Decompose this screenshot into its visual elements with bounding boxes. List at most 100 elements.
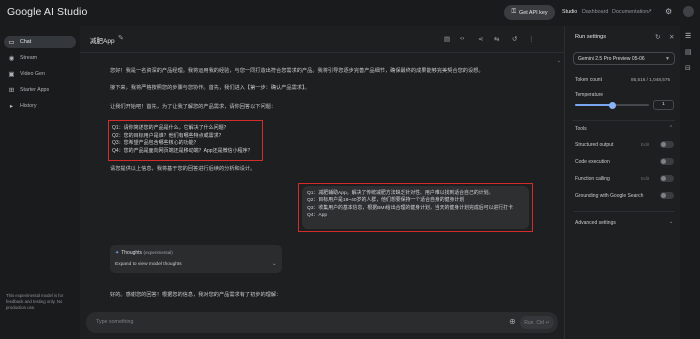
- run-label: Run: [524, 319, 534, 326]
- temperature-label: Temperature: [575, 92, 604, 98]
- tool-function-calling: Function calling: [575, 176, 610, 182]
- model-selector[interactable]: Gemini 2.5 Pro Preview 05-06 ▼: [573, 52, 675, 65]
- get-api-key-button[interactable]: ⚿ Get API key: [504, 5, 555, 20]
- thoughts-panel[interactable]: ✦ Thoughts (experimental) Expand to view …: [110, 245, 282, 273]
- more-options-icon[interactable]: ⋮: [528, 35, 535, 43]
- structured-output-toggle[interactable]: [660, 141, 674, 148]
- reset-settings-icon[interactable]: ↻: [655, 33, 660, 41]
- answer-line: Q2：目标用户是18~40岁的人群，他们想要保持一个适合自身的健身计划: [307, 198, 465, 204]
- toggle-knob: [661, 142, 666, 147]
- sidebar-item-starter-apps[interactable]: ⊞ Starter Apps: [4, 84, 76, 96]
- chevron-down-icon: ▼: [665, 55, 670, 62]
- compare-icon[interactable]: ⇆: [494, 35, 499, 43]
- chevron-up-icon[interactable]: ⌃: [669, 125, 673, 131]
- token-count-label: Token count: [575, 77, 602, 83]
- sidebar-item-stream[interactable]: ◉ Stream: [4, 52, 76, 64]
- run-shortcut: Ctrl ↵: [536, 319, 550, 326]
- experimental-note: This experimental model is for feedback …: [6, 293, 64, 310]
- api-key-label: Get API key: [519, 9, 548, 16]
- function-calling-toggle[interactable]: [660, 175, 674, 182]
- prompt-bar: Type something ⊕ Run Ctrl ↵: [86, 312, 558, 333]
- advanced-settings-label[interactable]: Advanced settings: [575, 220, 616, 226]
- compare-icon[interactable]: ⊟: [685, 64, 691, 72]
- chat-main: 减肥App ✎ ▤ ‹› ⋖ ⇆ ↺ ⋮ ▪ 您好！我是一名资深的产品经理。我将…: [80, 26, 564, 339]
- token-count-value: 85,516 / 1,048,576: [631, 77, 671, 82]
- tools-label: Tools: [575, 126, 587, 132]
- sidebar-item-label: Stream: [20, 55, 38, 61]
- external-link-icon: ↗: [647, 9, 653, 15]
- library-icon[interactable]: ▤: [685, 48, 692, 56]
- divider: [573, 211, 675, 212]
- sparkle-icon: ✦: [115, 250, 120, 256]
- avatar[interactable]: [683, 6, 694, 17]
- video-icon: ▣: [8, 71, 15, 78]
- edit-title-icon[interactable]: ✎: [118, 34, 124, 42]
- slider-fill: [575, 104, 612, 106]
- stream-icon: ◉: [8, 55, 15, 62]
- sidebar-item-label: History: [20, 103, 37, 109]
- tool-grounding: Grounding with Google Search: [575, 193, 644, 199]
- code-execution-toggle[interactable]: [660, 158, 674, 165]
- expand-thoughts-label[interactable]: Expand to view model thoughts: [115, 262, 182, 267]
- assistant-message-outro: 请您提供以上信息，我将基于您的回答进行后续的分析和设计。: [110, 166, 256, 172]
- nav-link-dashboard[interactable]: Dashboard: [582, 9, 608, 15]
- temperature-slider[interactable]: [575, 101, 649, 109]
- run-settings-title: Run settings: [575, 34, 607, 40]
- chat-icon: ▭: [8, 39, 15, 46]
- prompt-input[interactable]: Type something: [96, 319, 133, 325]
- scroll-indicator[interactable]: ▪: [558, 59, 560, 65]
- key-icon: ⚿: [511, 9, 517, 15]
- assistant-message-step: 接下来，我将严格按照您的步骤与您协作。首先，我们进入【第一步：确认产品需求】。: [110, 85, 310, 91]
- answer-line: Q4：App: [307, 212, 328, 218]
- temperature-input[interactable]: 1: [653, 100, 674, 110]
- apps-icon: ⊞: [8, 87, 15, 94]
- divider: [80, 52, 564, 53]
- sidebar-item-label: Video Gen: [20, 71, 45, 77]
- chevron-down-icon[interactable]: ⌄: [669, 219, 673, 225]
- sidebar-item-video-gen[interactable]: ▣ Video Gen: [4, 68, 76, 80]
- slider-handle[interactable]: [608, 101, 616, 109]
- edit-function-calling-link[interactable]: Edit: [641, 176, 649, 181]
- edit-structured-output-link[interactable]: Edit: [641, 142, 649, 147]
- tool-structured-output: Structured output: [575, 142, 614, 148]
- top-bar: Google AI Studio ⚿ Get API key Studio Da…: [0, 0, 700, 26]
- toggle-knob: [661, 193, 666, 198]
- code-icon[interactable]: ‹›: [460, 35, 464, 42]
- thoughts-tag: (experimental): [143, 250, 173, 255]
- reset-icon[interactable]: ↺: [512, 35, 517, 43]
- user-message-bubble[interactable]: Q1：减肥辅助App。解决了传统减肥方法缺乏针对性、用户难以找到适合自己的计划。…: [302, 186, 529, 229]
- nav-link-studio[interactable]: Studio: [562, 9, 577, 15]
- model-name: Gemini 2.5 Pro Preview 05-06: [578, 56, 645, 62]
- thoughts-header: ✦ Thoughts (experimental): [115, 250, 173, 256]
- tune-icon[interactable]: ☰: [685, 32, 691, 40]
- settings-gear-icon[interactable]: ⚙: [665, 7, 672, 16]
- answers-highlight: Q1：减肥辅助App。解决了传统减肥方法缺乏针对性、用户难以找到适合自己的计划。…: [298, 183, 533, 232]
- add-media-icon[interactable]: ⊕: [509, 317, 516, 326]
- assistant-message-reply: 好的。感谢您的回答！根据您的信息，我对您的产品需求有了初步的理解：: [110, 292, 282, 298]
- run-button[interactable]: Run Ctrl ↵: [520, 316, 554, 329]
- sidebar-item-history[interactable]: ▸ History: [4, 100, 76, 112]
- share-icon[interactable]: ⋖: [478, 35, 483, 43]
- assistant-message-start: 让我们开始吧！首先，为了让我了解您的产品需求，请你回答以下问题：: [110, 104, 277, 110]
- grounding-toggle[interactable]: [660, 192, 674, 199]
- tool-code-execution: Code execution: [575, 159, 610, 165]
- run-settings-panel: Run settings ↻ ✕ Gemini 2.5 Pro Preview …: [564, 26, 680, 339]
- left-sidebar: ▭ Chat ◉ Stream ▣ Video Gen ⊞ Starter Ap…: [0, 26, 80, 339]
- assistant-message-intro: 您好！我是一名资深的产品经理。我将运用我的经验，与您一同打造出符合您需求的产品。…: [110, 68, 484, 74]
- question-line: Q4：您的产品是面向网页端还是移动端？App还是微信小程序？: [112, 147, 253, 154]
- chevron-down-icon[interactable]: ⌄: [272, 261, 277, 267]
- thoughts-label: Thoughts: [121, 250, 143, 256]
- sidebar-item-label: Chat: [20, 39, 32, 45]
- toggle-knob: [661, 176, 666, 181]
- nav-link-documentation[interactable]: Documentation: [612, 9, 648, 15]
- divider: [573, 120, 675, 121]
- question-line: Q1：请你简述您的产品是什么，它解决了什么问题？: [112, 125, 229, 131]
- toggle-knob: [661, 159, 666, 164]
- right-rail: ☰ ▤ ⊟: [680, 26, 700, 339]
- save-icon[interactable]: ▤: [444, 35, 450, 43]
- sidebar-item-label: Starter Apps: [20, 87, 50, 93]
- close-icon[interactable]: ✕: [669, 33, 674, 41]
- sidebar-item-chat[interactable]: ▭ Chat: [4, 36, 76, 48]
- app-brand[interactable]: Google AI Studio: [7, 6, 87, 18]
- answer-line: Q1：减肥辅助App。解决了传统减肥方法缺乏针对性、用户难以找到适合自己的计划。: [307, 191, 494, 196]
